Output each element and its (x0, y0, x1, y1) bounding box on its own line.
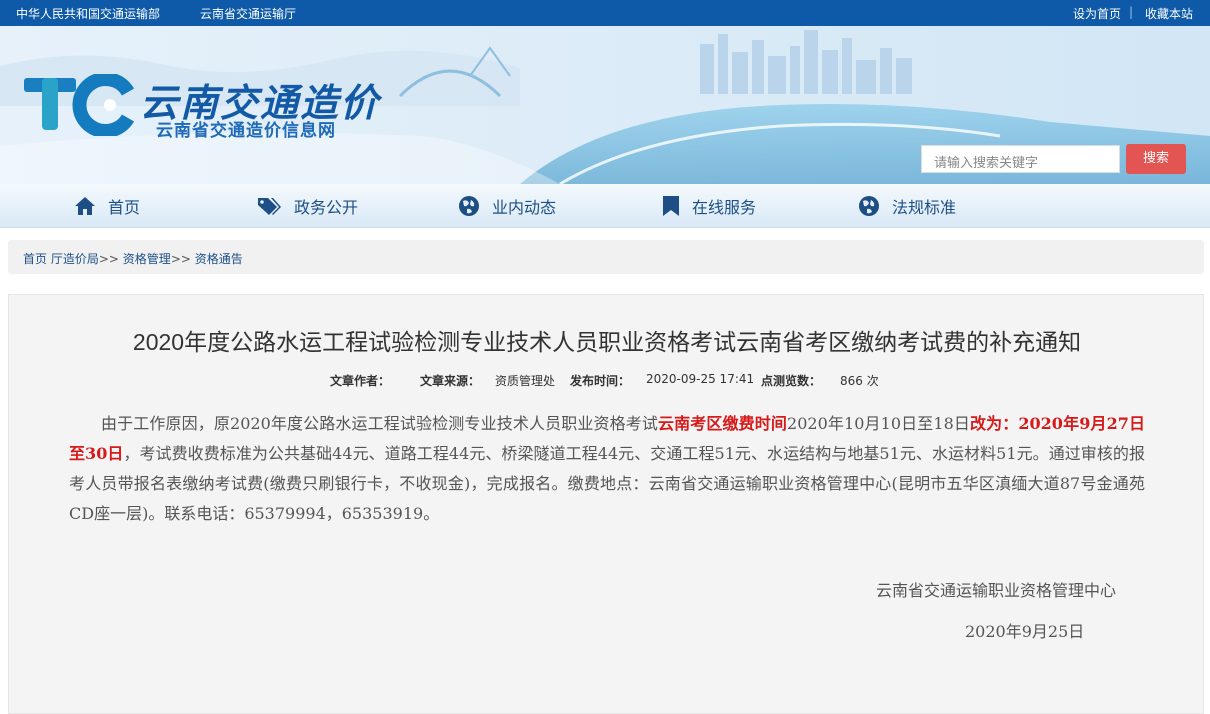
top-bar: 中华人民共和国交通运输部 云南省交通运输厅 设为首页 | 收藏本站 (0, 0, 1210, 26)
body-text: 2020年10月10日至18日 (787, 414, 971, 433)
home-icon (75, 197, 95, 215)
body-text: 由于工作原因，原2020年度公路水运工程试验检测专业技术人员职业资格考试 (101, 414, 658, 433)
nav-item-industry-news[interactable]: 业内动态 (458, 184, 556, 228)
breadcrumb: 首页 厅造价局>> 资格管理>> 资格通告 (8, 240, 1204, 274)
logo-subtitle: 云南省交通造价信息网 (156, 121, 336, 141)
bookmark-icon (663, 196, 679, 216)
body-text: ，考试费收费标准为公共基础44元、道路工程44元、桥梁隧道工程44元、交通工程5… (69, 444, 1145, 523)
nav-label: 在线服务 (692, 198, 757, 217)
nav-label: 首页 (108, 198, 141, 217)
breadcrumb-cost-bureau[interactable]: 厅造价局 (51, 252, 99, 266)
issuer-signature: 云南省交通运输职业资格管理中心 (876, 581, 1117, 600)
nav-item-online-service[interactable]: 在线服务 (662, 184, 756, 228)
breadcrumb-qualification-notice[interactable]: 资格通告 (195, 252, 243, 266)
breadcrumb-separator: >> (170, 252, 191, 266)
search-input[interactable]: 请输入搜索关键字 (921, 145, 1120, 173)
publish-time-label: 发布时间： (570, 374, 631, 388)
author-label: 文章作者： (330, 374, 391, 388)
header-banner: 云南交通造价 云南省交通造价信息网 请输入搜索关键字 搜索 (0, 26, 1210, 184)
link-yunnan-transport-dept[interactable]: 云南省交通运输厅 (200, 5, 296, 22)
source-value: 资质管理处 (495, 374, 556, 388)
bookmark-site-link[interactable]: 收藏本站 (1145, 5, 1193, 22)
set-homepage-link[interactable]: 设为首页 (1073, 5, 1121, 22)
article-body: 由于工作原因，原2020年度公路水运工程试验检测专业技术人员职业资格考试云南考区… (69, 409, 1145, 529)
logo-tc-icon (24, 74, 135, 136)
nav-label: 业内动态 (492, 198, 557, 217)
breadcrumb-separator: >> (98, 252, 119, 266)
nav-item-regulations[interactable]: 法规标准 (858, 184, 956, 228)
source-label: 文章来源： (420, 374, 481, 388)
publish-time-value: 2020-09-25 17:41 (646, 372, 755, 386)
nav-item-government-affairs[interactable]: 政务公开 (257, 184, 358, 228)
article-panel: 2020年度公路水运工程试验检测专业技术人员职业资格考试云南省考区缴纳考试费的补… (8, 294, 1204, 714)
link-ministry-of-transport[interactable]: 中华人民共和国交通运输部 (16, 5, 160, 22)
breadcrumb-qualification-mgmt[interactable]: 资格管理 (123, 252, 171, 266)
nav-label: 政务公开 (294, 198, 359, 217)
article-title: 2020年度公路水运工程试验检测专业技术人员职业资格考试云南省考区缴纳考试费的补… (132, 329, 1082, 355)
highlight-text: 云南考区缴费时间 (658, 414, 788, 433)
views-label: 点测览数： (761, 374, 822, 388)
globe-icon (859, 196, 879, 216)
views-value: 866 次 (840, 374, 879, 388)
issue-date: 2020年9月25日 (965, 622, 1085, 641)
search-button[interactable]: 搜索 (1126, 144, 1186, 174)
nav-label: 法规标准 (892, 198, 957, 217)
nav-item-home[interactable]: 首页 (74, 184, 140, 228)
topbar-divider: | (1129, 5, 1134, 19)
globe-icon (459, 196, 479, 216)
breadcrumb-home[interactable]: 首页 (23, 252, 47, 266)
tags-icon (258, 198, 281, 215)
main-nav: 首页 政务公开 业内动态 在线服务 法规标准 (0, 184, 1210, 228)
